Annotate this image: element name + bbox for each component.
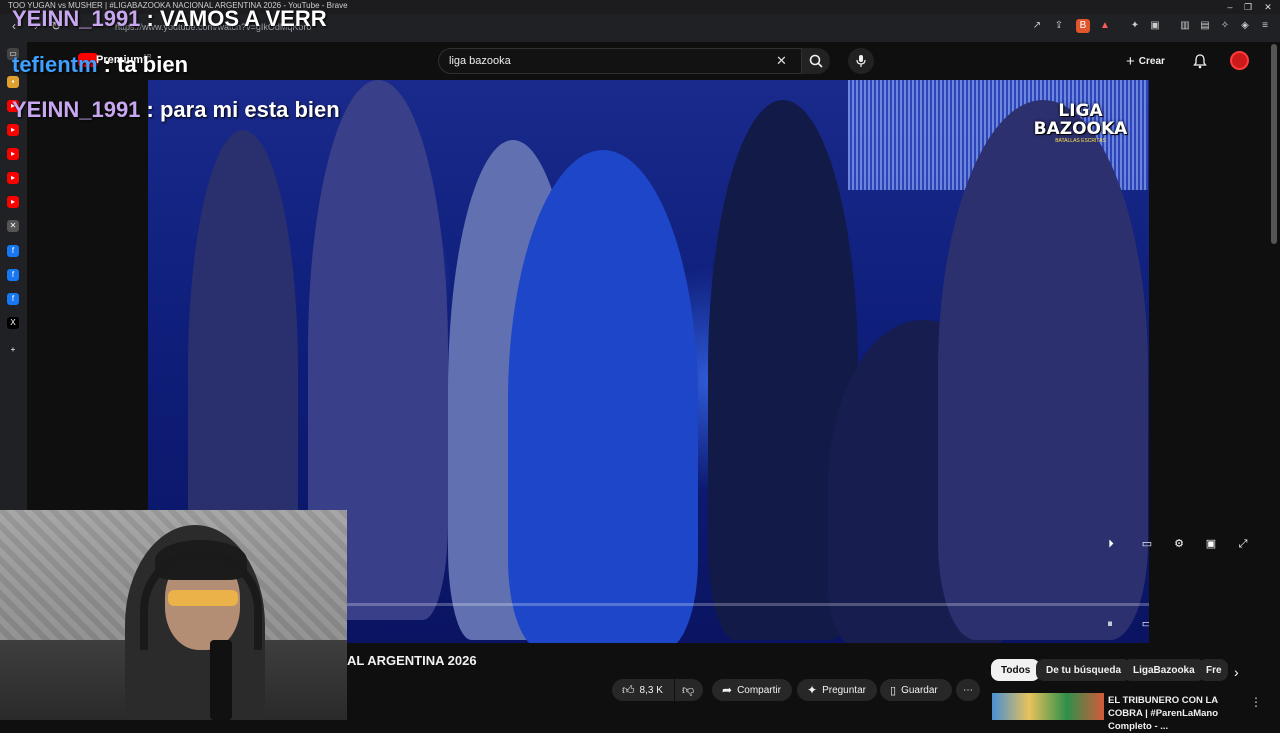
- save-button[interactable]: ▯ Guardar: [880, 679, 952, 701]
- share-arrow-icon: ➦: [722, 683, 733, 697]
- chevron-right-icon[interactable]: ›: [1234, 664, 1239, 680]
- chip-ligabazooka[interactable]: LigaBazooka: [1123, 659, 1205, 681]
- liga-bazooka-logo: LIGA BAZOOKA BATALLAS ESCRITAS: [1033, 102, 1128, 164]
- subtitles-icon[interactable]: ▭: [1138, 616, 1149, 632]
- menu-icon[interactable]: ≡: [1258, 19, 1272, 33]
- restore-icon[interactable]: ❐: [1238, 0, 1258, 14]
- tab-icon[interactable]: ▣: [1148, 19, 1162, 33]
- search-button[interactable]: [802, 48, 830, 74]
- youtube-icon[interactable]: ▸: [7, 148, 19, 160]
- chat-text: : VAMOS A VERR: [140, 6, 327, 31]
- plus-icon: +: [1126, 52, 1135, 70]
- chat-username: tefientm: [12, 52, 98, 77]
- video-title: AL ARGENTINA 2026: [347, 653, 477, 668]
- bell-icon: [1193, 54, 1207, 69]
- vpn-icon[interactable]: ◈: [1238, 19, 1252, 33]
- extensions-icon[interactable]: ✦: [1128, 19, 1142, 33]
- notifications-button[interactable]: [1192, 53, 1208, 74]
- logo-text: LIGA: [1058, 101, 1103, 121]
- chip-from-search[interactable]: De tu búsqueda: [1036, 659, 1132, 681]
- person-silhouette: [508, 150, 698, 643]
- close-tab-icon[interactable]: ✕: [7, 220, 19, 232]
- person-silhouette: [938, 100, 1148, 640]
- fullscreen-icon[interactable]: ⤢: [1234, 536, 1252, 552]
- share-button[interactable]: ➦ Compartir: [712, 679, 792, 701]
- settings-gear-icon[interactable]: ⚙: [1170, 536, 1188, 552]
- chat-username: YEINN_1991: [12, 97, 141, 122]
- page-scrollbar[interactable]: [1271, 44, 1277, 244]
- recommendation-thumbnail[interactable]: [992, 693, 1104, 720]
- youtube-icon[interactable]: ▸: [7, 196, 19, 208]
- brave-rewards-icon[interactable]: ▲: [1098, 19, 1112, 33]
- voice-search-button[interactable]: [848, 48, 874, 74]
- more-vertical-icon[interactable]: ⋮: [1250, 695, 1262, 709]
- pause-icon[interactable]: ⏸: [1101, 616, 1119, 632]
- facebook-icon[interactable]: f: [7, 245, 19, 257]
- microphone-icon: [856, 55, 866, 67]
- chat-text: : ta bien: [97, 52, 189, 77]
- subtitles-icon[interactable]: ▭: [1138, 536, 1156, 552]
- logo-text: BAZOOKA: [1033, 119, 1128, 139]
- create-button[interactable]: + Crear: [1126, 52, 1165, 70]
- webcam-overlay: [0, 510, 347, 720]
- thumbs-down-icon: 👎︎: [682, 682, 695, 697]
- chip-all[interactable]: Todos: [991, 659, 1041, 681]
- chat-message: YEINN_1991 : VAMOS A VERR: [12, 6, 327, 32]
- facebook-icon[interactable]: f: [7, 293, 19, 305]
- x-twitter-icon[interactable]: X: [7, 317, 19, 329]
- bookmark-icon: ▯: [890, 684, 897, 697]
- open-external-icon[interactable]: ↗: [1030, 19, 1044, 33]
- chat-username: YEINN_1991: [12, 6, 141, 31]
- chat-text: : para mi esta bien: [140, 97, 340, 122]
- dislike-button[interactable]: 👎︎: [675, 679, 703, 701]
- close-icon[interactable]: ✕: [1258, 0, 1278, 14]
- sidebar-toggle-icon[interactable]: ▥: [1178, 19, 1192, 33]
- theater-mode-icon[interactable]: ▣: [1202, 536, 1220, 552]
- chat-message: YEINN_1991 : para mi esta bien: [12, 97, 340, 123]
- facebook-icon[interactable]: f: [7, 269, 19, 281]
- share-icon[interactable]: ⇪: [1052, 19, 1066, 33]
- avatar[interactable]: [1230, 51, 1249, 70]
- chat-message: tefientm : ta bien: [12, 52, 188, 78]
- microphone: [210, 640, 232, 720]
- more-actions-button[interactable]: ⋯: [956, 679, 980, 701]
- ask-button[interactable]: ✦ Preguntar: [797, 679, 877, 701]
- youtube-icon[interactable]: ▸: [7, 124, 19, 136]
- autoplay-toggle-icon[interactable]: ⏵: [1102, 536, 1120, 552]
- youtube-icon[interactable]: ▸: [7, 172, 19, 184]
- thumbs-up-icon: 👍︎: [622, 682, 635, 697]
- wallet-icon[interactable]: ▤: [1198, 19, 1212, 33]
- clear-search-icon[interactable]: ✕: [776, 53, 787, 69]
- like-button[interactable]: 👍︎ 8,3 K: [612, 679, 674, 701]
- chip-fre[interactable]: Fre: [1198, 659, 1228, 681]
- search-icon: [809, 54, 823, 68]
- leo-icon[interactable]: ✧: [1218, 19, 1232, 33]
- add-icon[interactable]: +: [7, 344, 19, 356]
- recommendation-title[interactable]: EL TRIBUNERO CON LA COBRA | #ParenLaMano…: [1108, 694, 1248, 733]
- brave-shields-icon[interactable]: B: [1076, 19, 1090, 33]
- search-query[interactable]: liga bazooka: [449, 55, 511, 67]
- more-horizontal-icon: ⋯: [963, 684, 973, 696]
- sparkle-icon: ✦: [807, 683, 818, 697]
- minimize-icon[interactable]: –: [1220, 0, 1240, 14]
